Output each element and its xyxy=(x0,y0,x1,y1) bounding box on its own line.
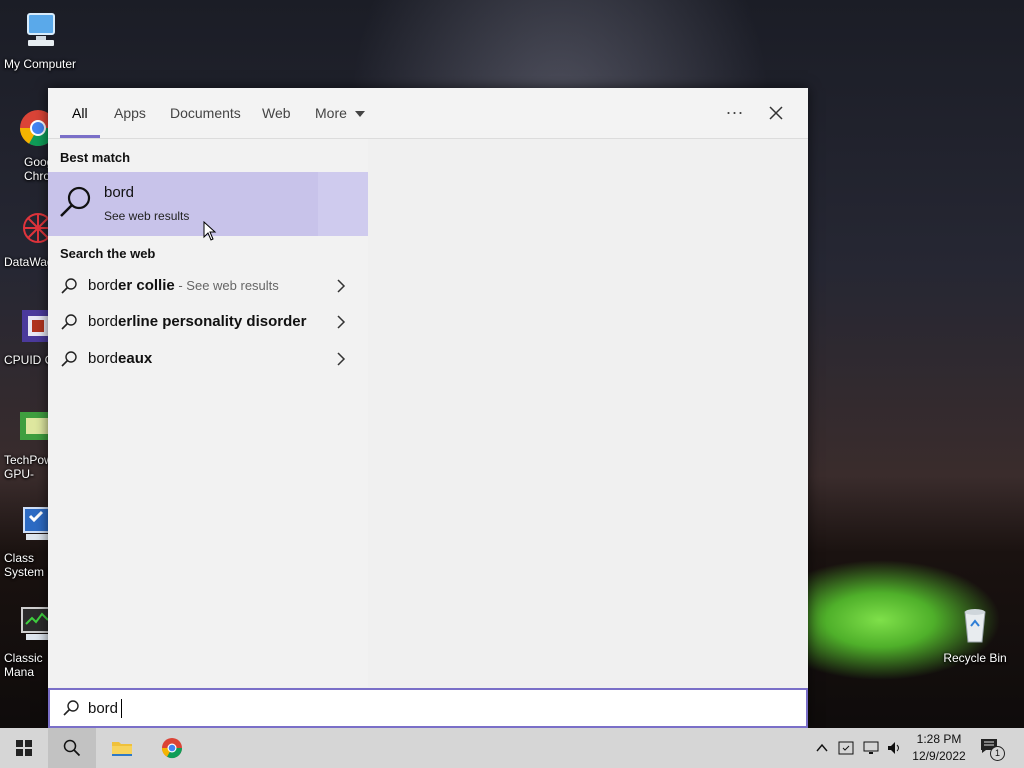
typed-text: bord xyxy=(88,350,119,367)
volume-icon[interactable] xyxy=(886,740,904,756)
typed-text: bord xyxy=(88,313,119,330)
more-options-button[interactable]: ... xyxy=(726,98,744,119)
search-web-heading: Search the web xyxy=(60,246,156,261)
clock[interactable]: 1:28 PM 12/9/2022 xyxy=(908,731,970,765)
web-result-row[interactable]: bordeaux xyxy=(48,342,368,378)
search-icon xyxy=(63,700,79,716)
search-input[interactable]: bord xyxy=(88,700,118,717)
web-result-text: bordeaux xyxy=(88,350,152,367)
desktop-icon-label: My Computer xyxy=(3,57,77,71)
caret-down-icon xyxy=(354,111,365,117)
chevron-right-icon[interactable] xyxy=(336,315,346,329)
preview-pane xyxy=(368,139,808,687)
text-caret xyxy=(121,699,122,718)
best-match-item[interactable]: bord See web results xyxy=(48,172,368,241)
chrome-icon xyxy=(161,738,183,759)
tab-documents[interactable]: Documents xyxy=(170,105,241,121)
tab-more-label: More xyxy=(315,105,347,121)
search-icon xyxy=(61,351,77,367)
completion-text: er collie xyxy=(118,277,175,294)
chevron-up-icon[interactable] xyxy=(816,743,828,753)
best-match-title: bord xyxy=(104,184,135,201)
desktop-icon-label: Recycle Bin xyxy=(943,651,1007,665)
typed-text: bord xyxy=(88,277,119,294)
windows-logo-icon xyxy=(16,740,32,756)
web-result-row[interactable]: borderline personality disorder xyxy=(48,305,368,341)
desktop-icon-my-computer[interactable]: My Computer xyxy=(0,10,80,71)
network-icon[interactable] xyxy=(862,740,880,756)
action-center-button[interactable]: 1 xyxy=(980,738,1005,761)
search-icon xyxy=(63,739,81,757)
best-match-open-column[interactable] xyxy=(318,172,368,236)
clock-date: 12/9/2022 xyxy=(912,749,966,763)
best-match-subtitle: See web results xyxy=(104,209,190,223)
security-icon[interactable] xyxy=(838,740,854,756)
clock-time: 1:28 PM xyxy=(916,732,962,746)
search-panel: All Apps Documents Web More ... Best mat… xyxy=(48,88,808,728)
search-icon xyxy=(61,278,77,294)
search-tabs: All Apps Documents Web More ... xyxy=(48,88,808,139)
tab-apps[interactable]: Apps xyxy=(114,105,146,121)
results-pane: Best match bord See web results Search t… xyxy=(48,139,368,687)
taskbar: 1:28 PM 12/9/2022 1 xyxy=(0,728,1024,768)
taskbar-file-explorer[interactable] xyxy=(98,728,146,768)
best-match-heading: Best match xyxy=(60,150,131,165)
tab-web[interactable]: Web xyxy=(262,105,291,121)
close-icon[interactable] xyxy=(769,106,783,120)
active-tab-indicator xyxy=(60,135,100,138)
computer-icon xyxy=(27,13,55,46)
tab-all[interactable]: All xyxy=(72,105,88,121)
notification-badge: 1 xyxy=(990,746,1005,761)
tab-more[interactable]: More xyxy=(315,105,365,121)
start-button[interactable] xyxy=(0,728,48,768)
web-result-text: borderline personality disorder xyxy=(88,313,306,330)
mouse-cursor-icon xyxy=(203,221,217,241)
web-result-row[interactable]: border collie - See web results xyxy=(48,269,368,305)
chevron-right-icon[interactable] xyxy=(336,279,346,293)
search-box[interactable]: bord xyxy=(48,688,808,728)
completion-text: eaux xyxy=(118,350,153,367)
desktop-icon-recycle-bin[interactable]: Recycle Bin xyxy=(935,604,1015,665)
recycle-bin-icon xyxy=(964,609,986,643)
web-result-text: border collie - See web results xyxy=(88,277,279,294)
search-icon xyxy=(61,314,77,330)
result-suffix: - See web results xyxy=(174,278,279,293)
taskbar-chrome[interactable] xyxy=(148,728,196,768)
search-icon xyxy=(60,186,91,217)
folder-icon xyxy=(112,742,132,756)
taskbar-search-button[interactable] xyxy=(48,728,96,768)
chevron-right-icon[interactable] xyxy=(336,352,346,366)
completion-text: erline personality disorder xyxy=(118,313,307,330)
